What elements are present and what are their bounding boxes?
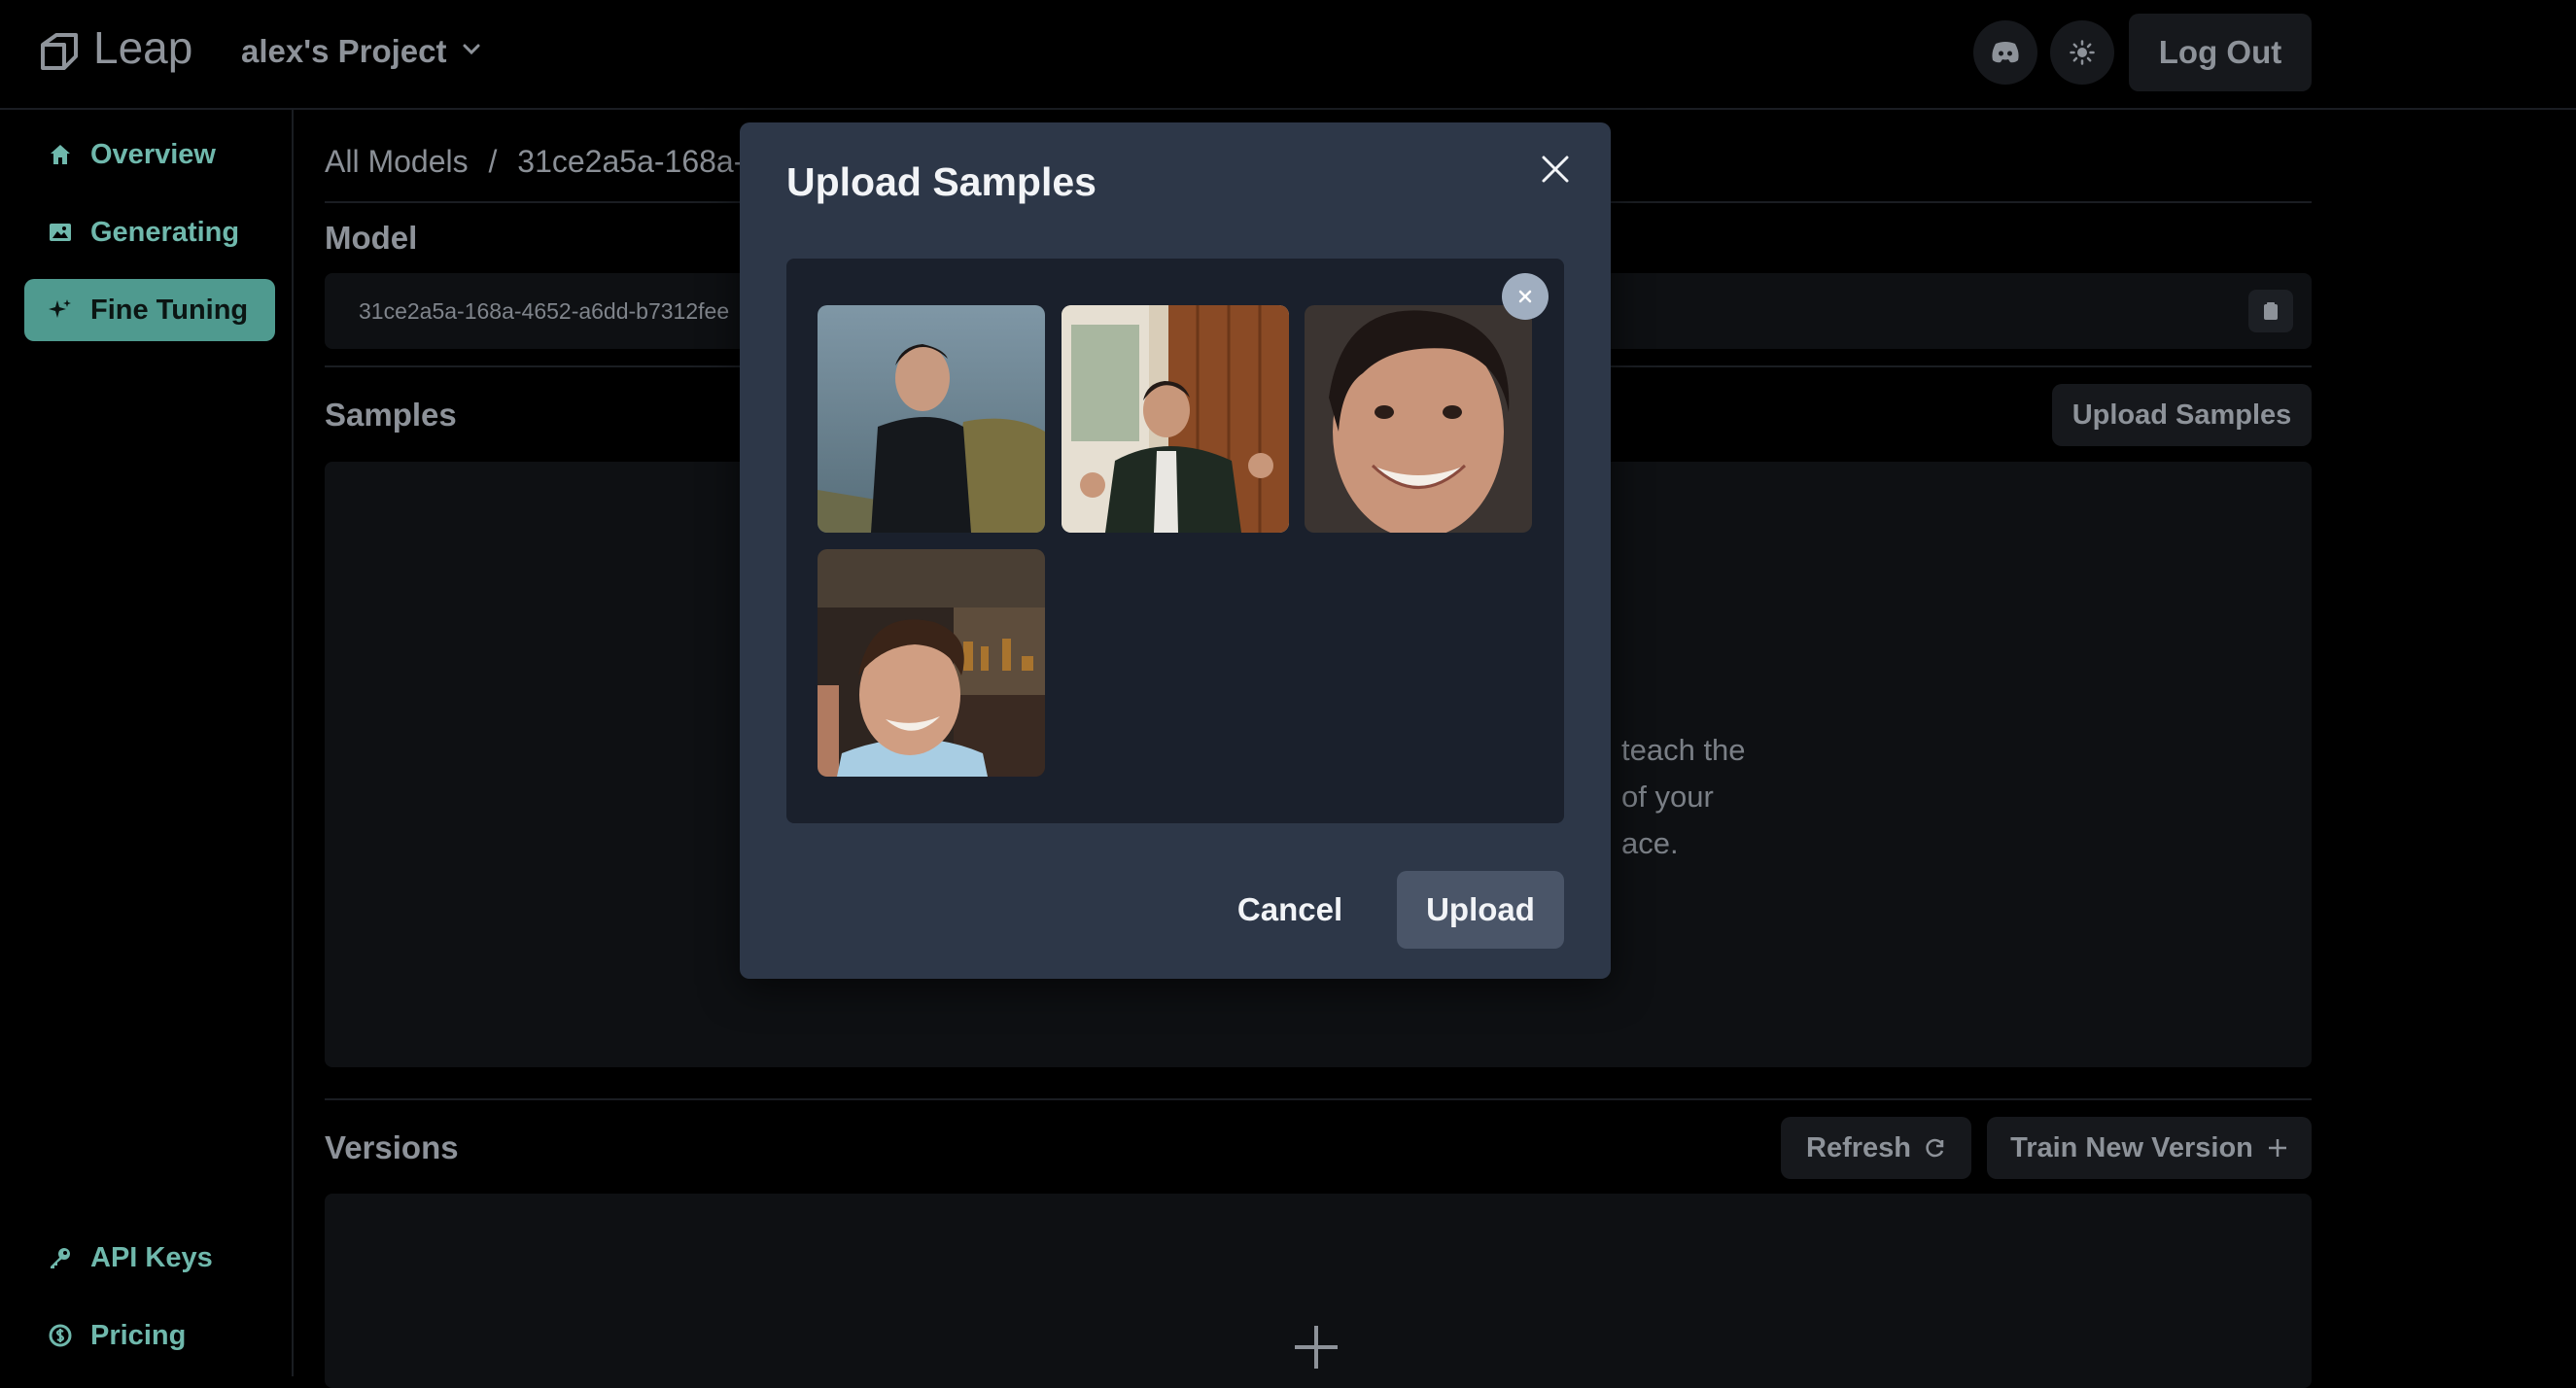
sidebar-item-label: Generating [90,216,240,248]
logout-button[interactable]: Log Out [2129,14,2312,91]
close-icon[interactable] [1540,154,1571,185]
cancel-button[interactable]: Cancel [1217,871,1363,949]
refresh-label: Refresh [1806,1131,1911,1163]
chevron-down-icon[interactable] [461,39,482,60]
sidebar-item-label: Pricing [90,1319,187,1351]
sidebar-item-label: Overview [90,138,216,170]
breadcrumb-separator: / [488,144,498,179]
sidebar-item-label: API Keys [90,1241,213,1273]
model-section-title: Model [325,220,418,256]
close-icon [1518,290,1532,303]
clear-all-button[interactable] [1502,273,1549,320]
sidebar-item-generating[interactable]: Generating [24,201,275,263]
refresh-icon [1926,1138,1944,1158]
sample-thumbnail [1062,305,1289,533]
sidebar-item-label: Fine Tuning [90,294,249,326]
sample-thumbnail [818,305,1045,533]
project-selector[interactable]: alex's Project [241,33,446,70]
sample-thumbnail [1305,305,1532,533]
copy-button[interactable] [2248,290,2293,332]
train-label: Train New Version [2010,1131,2253,1163]
sidebar-item-overview[interactable]: Overview [24,123,275,186]
sun-icon [2070,40,2095,65]
sample-thumbnail [818,549,1045,777]
key-icon [51,1248,70,1268]
upload-button[interactable]: Upload [1397,871,1564,949]
refresh-button[interactable]: Refresh [1781,1117,1971,1179]
sidebar-item-fine-tuning[interactable]: Fine Tuning [24,279,275,341]
theme-toggle-button[interactable] [2050,20,2114,85]
samples-hint-text: teach the of your ace. [1621,733,1746,860]
logo-text: Leap [93,22,193,73]
home-icon [51,145,70,164]
leap-logo-icon [41,33,78,70]
discord-button[interactable] [1973,20,2037,85]
samples-section-title: Samples [325,397,457,433]
breadcrumb-all-models[interactable]: All Models [325,144,469,179]
sidebar-item-api-keys[interactable]: API Keys [24,1227,275,1289]
upload-samples-button[interactable]: Upload Samples [2052,384,2312,446]
divider [325,1098,2312,1100]
plus-icon [2268,1139,2286,1157]
breadcrumb: All Models / 31ce2a5a-168a-4 [325,144,761,180]
clipboard-icon [2264,302,2278,320]
sparkles-icon [49,299,71,318]
modal-title: Upload Samples [786,159,1097,204]
sidebar-item-pricing[interactable]: Pricing [24,1304,275,1367]
breadcrumb-current: 31ce2a5a-168a-4 [517,144,762,179]
model-id-text: 31ce2a5a-168a-4652-a6dd-b7312fee [359,298,730,324]
dollar-icon [49,1324,72,1347]
versions-section-title: Versions [325,1129,459,1165]
image-icon [50,224,71,241]
train-new-version-button[interactable]: Train New Version [1987,1117,2312,1179]
add-version-icon[interactable] [1293,1324,1340,1371]
discord-icon [1992,42,2019,63]
